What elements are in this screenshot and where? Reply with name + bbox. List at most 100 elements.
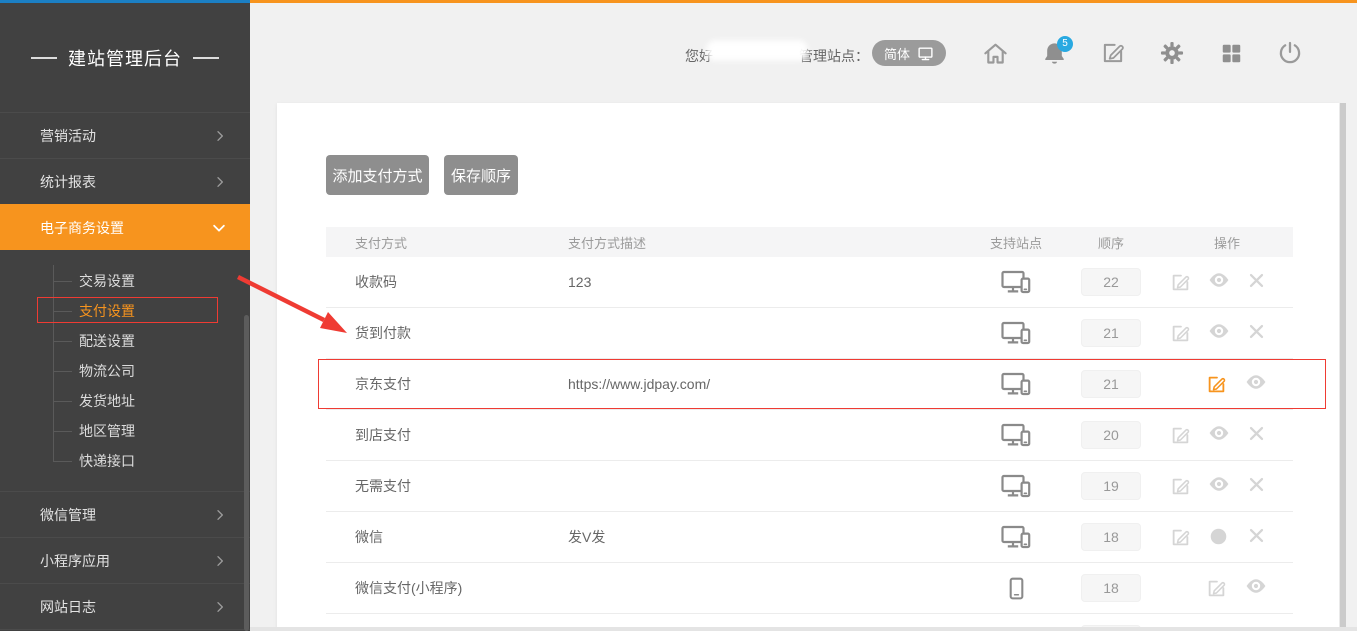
compose-icon <box>1100 40 1126 66</box>
payment-desc: 123 <box>568 274 971 290</box>
edit-button[interactable] <box>1161 527 1199 548</box>
payment-row: 货到付款 21 <box>326 308 1293 359</box>
content-scrollbar[interactable] <box>1340 103 1346 631</box>
payment-desc: https://www.jdpay.com/ <box>568 376 971 392</box>
desktop-mobile-icon <box>1001 473 1031 499</box>
sidebar-subitem-5[interactable]: 地区管理 <box>0 416 250 446</box>
manage-site-label: 管理站点： <box>799 46 869 66</box>
actions-cell <box>1161 476 1293 497</box>
bottom-scrollbar[interactable] <box>250 627 1357 631</box>
sidebar-item-b0[interactable]: 微信管理 <box>0 491 250 537</box>
payment-name: 无需支付 <box>326 476 568 496</box>
order-input[interactable]: 21 <box>1081 370 1141 398</box>
edit-button[interactable] <box>1161 425 1199 446</box>
preview-button[interactable] <box>1236 374 1276 395</box>
order-input[interactable]: 19 <box>1081 472 1141 500</box>
supported-sites-cell <box>971 422 1061 448</box>
sidebar-subitem-4[interactable]: 发货地址 <box>0 386 250 416</box>
apps-grid-button[interactable] <box>1217 39 1245 67</box>
order-input[interactable]: 18 <box>1081 574 1141 602</box>
sidebar-item-1[interactable]: 统计报表 <box>0 158 250 204</box>
sidebar-item-0[interactable]: 营销活动 <box>0 112 250 158</box>
chevron-right-icon <box>212 599 228 615</box>
mobile-icon <box>1009 577 1024 600</box>
home-button[interactable] <box>981 39 1009 67</box>
sidebar-subitem-2[interactable]: 配送设置 <box>0 326 250 356</box>
payment-name: 到店支付 <box>326 425 568 445</box>
edit-button-active[interactable] <box>1196 374 1236 395</box>
add-payment-method-button[interactable]: 添加支付方式 <box>326 155 429 195</box>
edit-button[interactable] <box>1161 476 1199 497</box>
sidebar-nav-top: 营销活动统计报表 <box>0 112 250 204</box>
sidebar-item-b2[interactable]: 网站日志 <box>0 583 250 629</box>
preview-button[interactable] <box>1199 323 1237 344</box>
payment-name: 微信 <box>326 527 568 547</box>
table-header-row: 支付方式支付方式描述支持站点顺序操作 <box>326 227 1293 257</box>
order-cell: 21 <box>1061 370 1161 398</box>
order-input[interactable]: 22 <box>1081 268 1141 296</box>
payment-row: 京东支付https://www.jdpay.com/21 <box>326 359 1293 410</box>
settings-button[interactable] <box>1158 39 1186 67</box>
preview-button[interactable] <box>1236 578 1276 599</box>
sidebar-subitem-3[interactable]: 物流公司 <box>0 356 250 386</box>
sidebar-scrollbar[interactable] <box>244 315 249 631</box>
topline-blue <box>0 0 250 3</box>
column-header: 支持站点 <box>971 233 1061 252</box>
delete-button[interactable] <box>1238 272 1276 293</box>
logout-button[interactable] <box>1276 39 1304 67</box>
power-icon <box>1277 40 1303 66</box>
payment-methods-table: 支付方式支付方式描述支持站点顺序操作 收款码12322货到付款21京东支付htt… <box>326 227 1293 631</box>
sidebar-item-label: 微信管理 <box>40 505 96 525</box>
sidebar-submenu: 交易设置支付设置配送设置物流公司发货地址地区管理快递接口 <box>0 250 250 491</box>
desktop-mobile-icon <box>1001 422 1031 448</box>
sidebar-item-ecommerce-settings[interactable]: 电子商务设置 <box>0 204 250 250</box>
desktop-mobile-icon <box>1001 524 1031 550</box>
order-input[interactable]: 21 <box>1081 319 1141 347</box>
edit-button[interactable] <box>1161 272 1199 293</box>
preview-button[interactable] <box>1199 272 1237 293</box>
order-input[interactable]: 20 <box>1081 421 1141 449</box>
content-card: 添加支付方式 保存顺序 支付方式支付方式描述支持站点顺序操作 收款码12322货… <box>277 103 1339 631</box>
delete-button[interactable] <box>1238 425 1276 446</box>
supported-sites-cell <box>971 577 1061 600</box>
monitor-icon <box>917 45 934 62</box>
home-icon <box>982 40 1009 67</box>
sidebar-item-label: 小程序应用 <box>40 551 110 571</box>
save-order-button[interactable]: 保存顺序 <box>444 155 518 195</box>
chevron-down-icon <box>210 219 228 237</box>
redacted-username <box>706 40 808 61</box>
payment-row: 收款码12322 <box>326 257 1293 308</box>
chevron-right-icon <box>212 507 228 523</box>
payment-name: 微信支付(小程序) <box>326 578 568 598</box>
table-body: 收款码12322货到付款21京东支付https://www.jdpay.com/… <box>326 257 1293 631</box>
column-header: 操作 <box>1161 233 1293 252</box>
column-header: 支付方式描述 <box>568 233 971 252</box>
sidebar-subitem-0[interactable]: 交易设置 <box>0 266 250 296</box>
edit-button[interactable] <box>1161 323 1199 344</box>
sidebar-subitem-6[interactable]: 快递接口 <box>0 446 250 476</box>
actions-cell <box>1161 374 1293 395</box>
order-input[interactable]: 18 <box>1081 523 1141 551</box>
supported-sites-cell <box>971 371 1061 397</box>
sidebar-nav-bottom: 微信管理小程序应用网站日志 <box>0 491 250 630</box>
preview-disabled-icon <box>1199 527 1237 548</box>
preview-button[interactable] <box>1199 476 1237 497</box>
payment-name: 货到付款 <box>326 323 568 343</box>
delete-button[interactable] <box>1238 476 1276 497</box>
gear-icon <box>1159 40 1185 66</box>
title-rule-right <box>193 57 219 59</box>
sidebar-item-b1[interactable]: 小程序应用 <box>0 537 250 583</box>
delete-button[interactable] <box>1238 527 1276 548</box>
edit-button[interactable] <box>1196 578 1236 599</box>
chevron-right-icon <box>212 553 228 569</box>
payment-row: 微信支付(小程序) 18 <box>326 563 1293 614</box>
compose-button[interactable] <box>1099 39 1127 67</box>
order-cell: 20 <box>1061 421 1161 449</box>
language-site-pill[interactable]: 简体 <box>872 40 946 66</box>
notification-badge: 5 <box>1057 36 1073 52</box>
delete-button[interactable] <box>1238 323 1276 344</box>
supported-sites-cell <box>971 524 1061 550</box>
sidebar-subitem-1-selected[interactable]: 支付设置 <box>0 296 250 326</box>
order-cell: 22 <box>1061 268 1161 296</box>
preview-button[interactable] <box>1199 425 1237 446</box>
